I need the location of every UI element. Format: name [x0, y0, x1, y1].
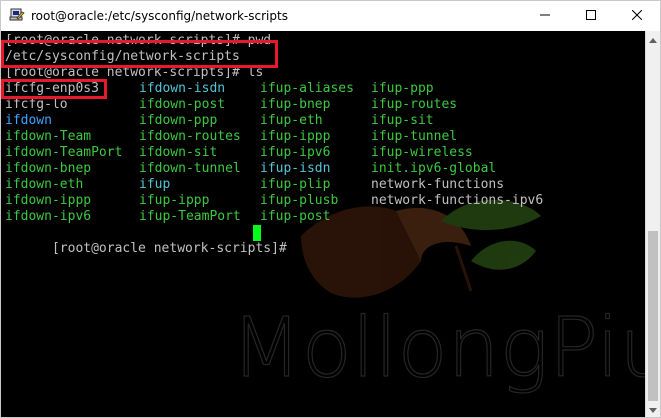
ls-entry: ifdown-sit [139, 145, 218, 160]
minimize-button[interactable] [522, 1, 568, 31]
ls-entry: ifup-bnep [260, 97, 331, 112]
ls-entry: ifup-ippp [260, 129, 331, 144]
title-bar[interactable]: root@oracle:/etc/sysconfig/network-scrip… [1, 1, 660, 31]
ls-entry: ifdown-Team [5, 129, 92, 144]
close-icon [631, 9, 643, 23]
ls-entry: ifup-plip [260, 177, 331, 192]
terminal-prompt: [root@oracle network-scripts]# [51, 241, 295, 256]
ls-output: ifcfg-enp0s3 ifcfg-lo ifdown ifdown-Team ifd… [5, 81, 645, 225]
ls-entry: ifdown-eth [5, 177, 84, 192]
ls-entry: ifdown-ipv6 [5, 209, 92, 224]
ls-entry: ifdown [5, 113, 52, 128]
scroll-down-button[interactable] [646, 401, 660, 417]
ls-entry: ifdown-ppp [139, 113, 218, 128]
ls-entry: network-functions-ipv6 [371, 193, 544, 208]
ls-entry: ifup-routes [371, 97, 458, 112]
ls-entry: init.ipv6-global [371, 161, 497, 176]
maximize-button[interactable] [568, 1, 614, 31]
ls-entry: ifdown-TeamPort [5, 145, 123, 160]
ls-entry: ifup [139, 177, 171, 192]
ls-entry: ifup-ippp [139, 193, 210, 208]
ls-entry: network-functions [371, 177, 505, 192]
ls-entry: ifup-tunnel [371, 129, 458, 144]
ls-entry: ifup-sit [371, 113, 434, 128]
ls-entry: ifup-eth [260, 113, 323, 128]
ls-entry: ifup-TeamPort [139, 209, 241, 224]
terminal-line-pwd-command: [root@oracle network-scripts]# pwd [5, 33, 272, 48]
putty-window: root@oracle:/etc/sysconfig/network-scrip… [0, 0, 661, 418]
ls-entry: ifup-plusb [260, 193, 339, 208]
ls-entry: ifup-ipv6 [260, 145, 331, 160]
chevron-up-icon [649, 30, 657, 48]
terminal-prompt-line: [root@oracle network-scripts]# [5, 225, 295, 256]
ls-entry: ifdown-tunnel [139, 161, 241, 176]
ls-entry: ifcfg-lo [5, 97, 68, 112]
ls-entry: ifup-wireless [371, 145, 473, 160]
scrollbar-thumb[interactable] [648, 231, 658, 401]
window-title: root@oracle:/etc/sysconfig/network-scrip… [31, 9, 288, 23]
terminal-area[interactable]: MollongPiu [root@oracle network-scripts]… [1, 31, 645, 417]
minimize-icon [540, 9, 550, 23]
terminal-line-pwd-output: /etc/sysconfig/network-scripts [5, 49, 240, 64]
terminal-line-ls-command: [root@oracle network-scripts]# ls [5, 65, 264, 80]
ls-entry: ifcfg-enp0s3 [5, 81, 99, 96]
ls-entry: ifup-ppp [371, 81, 434, 96]
terminal-cursor [253, 225, 261, 241]
vertical-scrollbar[interactable] [645, 31, 660, 417]
ls-entry: ifdown-bnep [5, 161, 92, 176]
watermark-text: MollongPiu [231, 301, 645, 396]
ls-entry: ifup-post [260, 209, 331, 224]
ls-entry: ifup-aliases [260, 81, 354, 96]
ls-entry: ifup-isdn [260, 161, 331, 176]
chevron-down-icon [649, 401, 657, 417]
ls-entry: ifdown-routes [139, 129, 241, 144]
putty-icon[interactable] [9, 8, 25, 24]
close-button[interactable] [614, 1, 660, 31]
scroll-up-button[interactable] [646, 31, 660, 47]
ls-entry: ifdown-post [139, 97, 226, 112]
ls-entry: ifdown-isdn [139, 81, 226, 96]
ls-entry: ifdown-ippp [5, 193, 92, 208]
maximize-icon [586, 9, 596, 23]
